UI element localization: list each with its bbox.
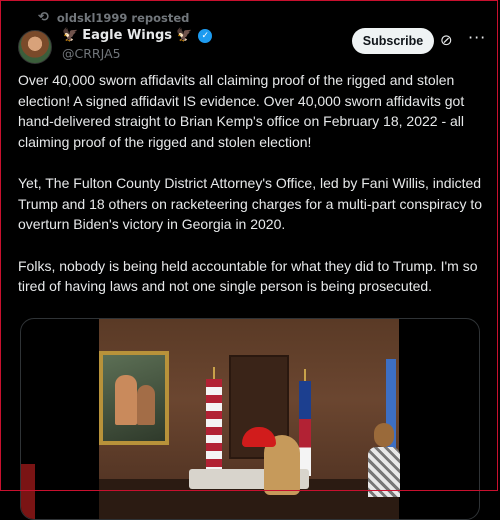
more-icon[interactable]: ··· xyxy=(468,28,486,47)
georgia-flag xyxy=(299,381,311,476)
grok-icon[interactable]: ⊘ xyxy=(440,31,453,49)
tweet-paragraph-2: Yet, The Fulton County District Attorney… xyxy=(18,175,483,232)
subscribe-button[interactable]: Subscribe xyxy=(352,28,434,54)
avatar[interactable] xyxy=(18,30,52,64)
person-red-hat xyxy=(234,427,300,495)
author-name-row[interactable]: 🦅 Eagle Wings 🦅 ✓ xyxy=(62,28,213,43)
tweet-paragraph-3: Folks, nobody is being held accountable … xyxy=(18,257,478,295)
repost-text: oldskl1999 reposted xyxy=(56,10,190,25)
video-frame xyxy=(99,319,400,519)
author-name[interactable]: Eagle Wings xyxy=(82,28,172,43)
tweet-paragraph-1: Over 40,000 sworn affidavits all claimin… xyxy=(18,72,465,150)
repost-icon: ⟲ xyxy=(38,10,49,25)
eagle-emoji-icon: 🦅 xyxy=(62,28,79,43)
person-right xyxy=(364,423,400,497)
portrait-painting xyxy=(99,351,169,445)
video-media[interactable] xyxy=(20,318,480,520)
author-handle[interactable]: @CRRJA5 xyxy=(62,46,121,61)
red-edge xyxy=(21,464,35,519)
repost-header[interactable]: ⟲ oldskl1999 reposted xyxy=(38,10,189,25)
tweet-text: Over 40,000 sworn affidavits all claimin… xyxy=(18,70,484,318)
verified-badge-icon: ✓ xyxy=(198,28,213,43)
eagle-emoji-icon-2: 🦅 xyxy=(176,28,193,43)
